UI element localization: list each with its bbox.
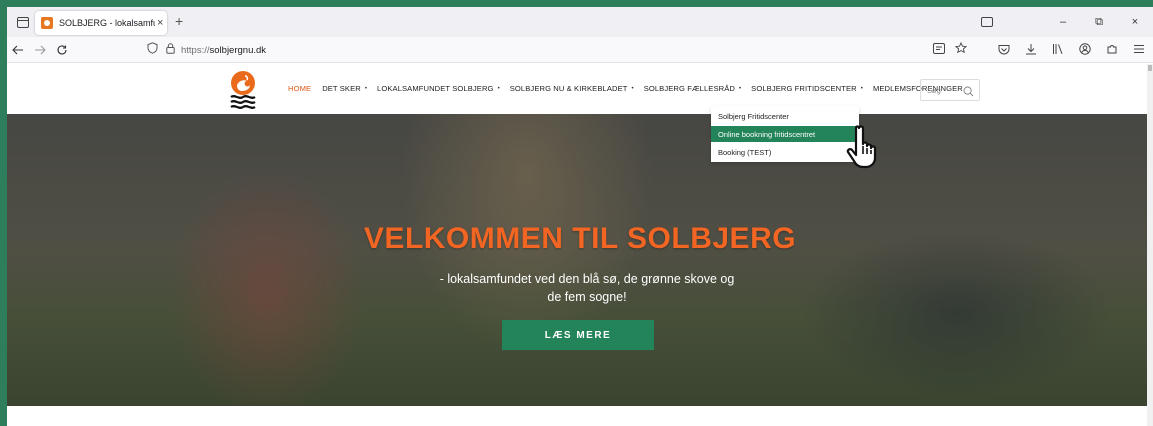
menu-item-label: DET SKER [322,84,361,93]
hero-banner: VELKOMMEN TIL SOLBJERG - lokalsamfundet … [7,114,1153,406]
hero-overlay [7,114,1153,406]
close-window-button[interactable]: × [1117,7,1153,37]
menu-item-label: SOLBJERG FÆLLESRÅD [643,84,735,93]
menu-item-home[interactable]: HOME [288,84,311,93]
url-text[interactable]: https://solbjergnu.dk [181,45,266,56]
search-placeholder: Søg [927,85,941,95]
window-controls: – ⧉ × [969,7,1153,37]
back-arrow-icon[interactable] [7,40,29,60]
menu-item-lokalsamfundet[interactable]: LOKALSAMFUNDET SOLBJERG • [377,84,500,93]
menu-item-fritidscenter[interactable]: SOLBJERG FRITIDSCENTER • [751,84,863,93]
pocket-icon[interactable] [996,41,1012,57]
site-header: HOME DET SKER • LOKALSAMFUNDET SOLBJERG … [7,64,1153,114]
caret-down-icon: • [738,85,742,92]
forward-arrow-icon[interactable] [29,40,51,60]
reload-icon[interactable] [51,40,73,60]
read-more-button[interactable]: LÆS MERE [502,320,654,350]
menu-item-det-sker[interactable]: DET SKER • [322,84,367,93]
tracking-shield-icon[interactable] [147,41,158,59]
scrollbar-up-arrow-icon[interactable] [1148,65,1152,71]
hero-subtitle: - lokalsamfundet ved den blå sø, de grøn… [439,272,735,304]
page-scrollbar[interactable] [1147,64,1153,426]
new-tab-button[interactable]: + [175,13,183,29]
extensions-icon[interactable] [1104,41,1120,57]
menu-item-label: SOLBJERG FRITIDSCENTER [751,84,857,93]
caret-down-icon: • [497,85,500,92]
dropdown-item-fritidscenter[interactable]: Solbjerg Fritidscenter [711,108,859,124]
reader-view-icon[interactable] [933,41,945,59]
site-favicon-icon [41,17,53,29]
tab-title: SOLBJERG - lokalsamfundet ved [59,18,155,28]
tab-list-icon[interactable] [12,13,34,31]
tab-overview-icon[interactable] [969,7,1005,37]
caret-down-icon: • [631,85,634,92]
library-icon[interactable] [1050,41,1066,57]
menu-item-label: LOKALSAMFUNDET SOLBJERG [377,84,494,93]
browser-tab-active[interactable]: SOLBJERG - lokalsamfundet ved × [35,11,167,35]
web-page: HOME DET SKER • LOKALSAMFUNDET SOLBJERG … [7,64,1153,426]
url-scheme: https:// [181,44,210,56]
menu-item-label: HOME [288,84,312,93]
toolbar-right [996,41,1147,57]
restore-button[interactable]: ⧉ [1081,7,1117,37]
menu-item-faellesraad[interactable]: SOLBJERG FÆLLESRÅD • [644,84,741,93]
fritidscenter-dropdown: Solbjerg Fritidscenter Online bookning f… [711,106,859,162]
navigation-bar: https://solbjergnu.dk [7,37,1153,63]
account-icon[interactable] [1077,41,1093,57]
page-below-hero [7,406,1153,426]
tab-close-icon[interactable]: × [157,17,163,29]
url-bar-actions [933,41,968,59]
hand-pointer-icon [845,124,895,170]
url-host: solbjergnu.dk [209,44,267,56]
search-icon[interactable] [963,84,974,102]
main-menu: HOME DET SKER • LOKALSAMFUNDET SOLBJERG … [288,84,963,93]
site-logo-icon[interactable] [229,70,257,110]
minimize-button[interactable]: – [1045,7,1081,37]
menu-item-label: SOLBJERG NU & KIRKEBLADET [509,84,628,93]
dropdown-item-booking-test[interactable]: Booking (TEST) [711,144,859,160]
browser-window: SOLBJERG - lokalsamfundet ved × + – ⧉ × [7,7,1153,426]
url-bar[interactable]: https://solbjergnu.dk [147,40,968,60]
site-search-input[interactable]: Søg [920,79,980,101]
bookmark-star-icon[interactable] [954,41,968,59]
hamburger-menu-icon[interactable] [1131,41,1147,57]
download-icon[interactable] [1023,41,1039,57]
tab-bar: SOLBJERG - lokalsamfundet ved × + – ⧉ × [7,7,1153,37]
lock-icon[interactable] [166,41,175,59]
dropdown-item-online-booking[interactable]: Online bookning fritidscentret [711,126,859,142]
hero-title: VELKOMMEN TIL SOLBJERG [363,222,797,255]
menu-item-solbjerg-nu[interactable]: SOLBJERG NU & KIRKEBLADET • [510,84,634,93]
caret-down-icon: • [364,85,368,92]
caret-down-icon: • [860,85,863,92]
